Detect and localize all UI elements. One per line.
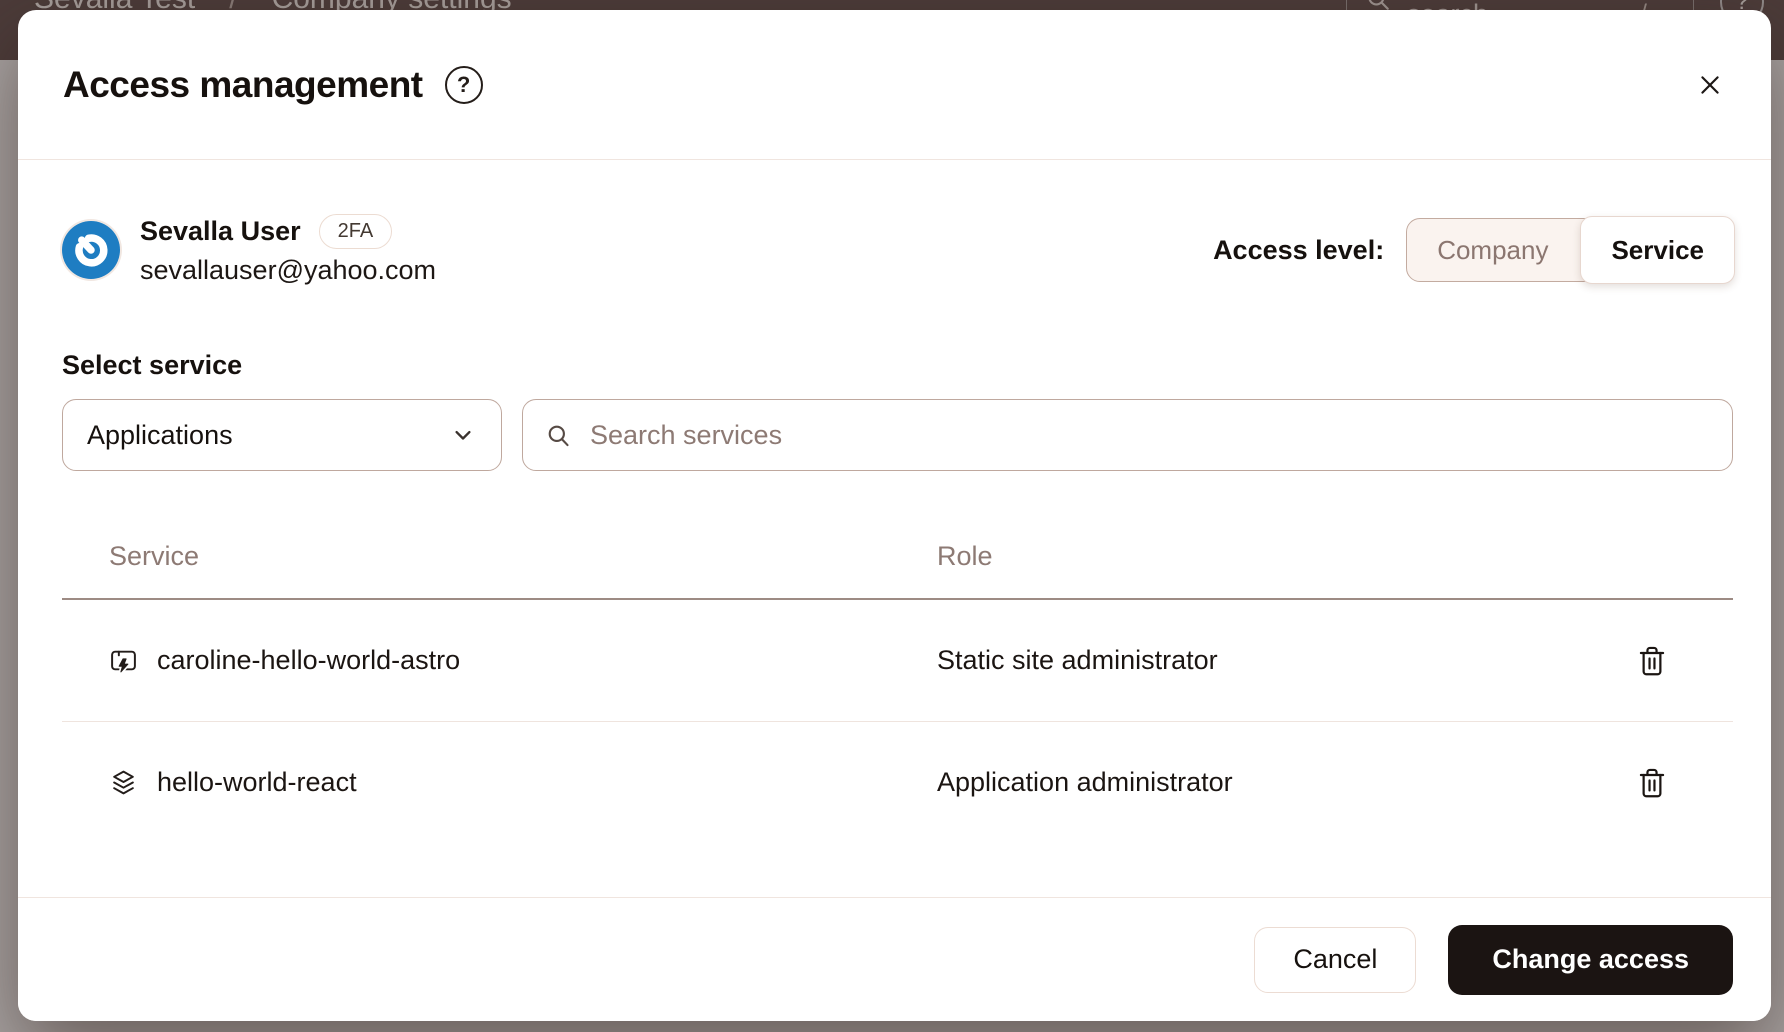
user-name: Sevalla User bbox=[140, 216, 301, 247]
service-search-input[interactable] bbox=[588, 419, 1710, 452]
sevalla-logo-icon bbox=[62, 221, 120, 279]
trash-icon bbox=[1637, 767, 1667, 799]
table-row: hello-world-react Application administra… bbox=[62, 721, 1733, 843]
close-icon bbox=[1697, 72, 1723, 98]
table-header-row: Service Role bbox=[62, 541, 1733, 598]
column-header-role: Role bbox=[937, 541, 993, 571]
static-site-icon bbox=[109, 646, 138, 675]
role-name: Application administrator bbox=[937, 767, 1233, 798]
service-type-dropdown[interactable]: Applications bbox=[62, 399, 502, 471]
delete-button[interactable] bbox=[1631, 639, 1673, 683]
page-title: Access management bbox=[63, 64, 423, 106]
user-email: sevallauser@yahoo.com bbox=[140, 255, 436, 286]
table-row: caroline-hello-world-astro Static site a… bbox=[62, 600, 1733, 721]
close-button[interactable] bbox=[1689, 64, 1731, 106]
delete-button[interactable] bbox=[1631, 761, 1673, 805]
modal-body: Sevalla User 2FA sevallauser@yahoo.com A… bbox=[18, 160, 1771, 897]
twofa-badge: 2FA bbox=[319, 214, 393, 249]
service-controls-row: Applications bbox=[62, 399, 1733, 471]
user-avatar bbox=[62, 221, 120, 279]
service-name: caroline-hello-world-astro bbox=[157, 645, 460, 676]
search-icon bbox=[545, 422, 572, 449]
layers-icon bbox=[109, 768, 138, 797]
services-table: Service Role caroline-hello-world-astro bbox=[62, 541, 1733, 843]
dropdown-value: Applications bbox=[87, 420, 233, 451]
access-management-modal: Access management ? bbox=[18, 10, 1771, 1021]
service-search-field bbox=[522, 399, 1733, 471]
role-name: Static site administrator bbox=[937, 645, 1218, 676]
access-level-toggle: Company Service bbox=[1406, 218, 1733, 282]
column-header-service: Service bbox=[109, 541, 199, 571]
help-icon[interactable]: ? bbox=[445, 66, 483, 104]
service-name: hello-world-react bbox=[157, 767, 357, 798]
trash-icon bbox=[1637, 645, 1667, 677]
access-option-service[interactable]: Service bbox=[1580, 216, 1735, 284]
access-level-label: Access level: bbox=[1213, 235, 1384, 266]
select-service-label: Select service bbox=[62, 350, 1733, 381]
modal-header: Access management ? bbox=[18, 10, 1771, 160]
cancel-button[interactable]: Cancel bbox=[1254, 927, 1416, 993]
change-access-button[interactable]: Change access bbox=[1448, 925, 1733, 995]
chevron-down-icon bbox=[449, 421, 477, 449]
user-row: Sevalla User 2FA sevallauser@yahoo.com A… bbox=[62, 214, 1733, 286]
access-option-company[interactable]: Company bbox=[1407, 219, 1578, 281]
modal-footer: Cancel Change access bbox=[18, 897, 1771, 1021]
